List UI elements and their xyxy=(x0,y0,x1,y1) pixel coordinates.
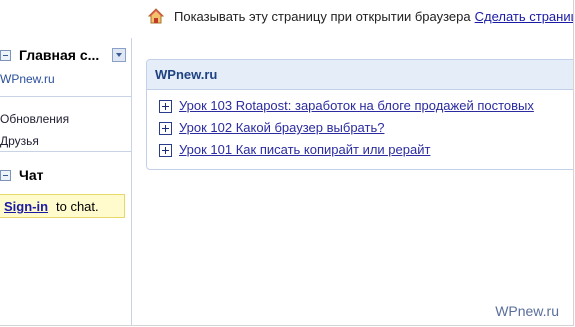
feed-panel-header: WPnew.ru xyxy=(147,60,573,90)
chat-signin-box: Sign-in to chat. xyxy=(0,194,125,218)
sidebar: Главная с... WPnew.ru Обновления Друзья … xyxy=(0,38,132,325)
site-link[interactable]: WPnew.ru xyxy=(0,72,55,86)
home-icon xyxy=(148,8,164,24)
collapse-main-icon[interactable] xyxy=(0,50,11,61)
sidebar-item-updates[interactable]: Обновления xyxy=(0,112,69,126)
sidebar-item-friends[interactable]: Друзья xyxy=(0,134,39,148)
notice-message: Показывать эту страницу при открытии бра… xyxy=(174,9,471,24)
feed-panel-title[interactable]: WPnew.ru xyxy=(155,67,217,82)
homepage-notice-bar: Показывать эту страницу при открытии бра… xyxy=(140,4,573,30)
set-homepage-link[interactable]: Сделать страниц xyxy=(475,9,573,24)
chat-section-title[interactable]: Чат xyxy=(19,167,43,183)
expand-plus-icon[interactable] xyxy=(159,100,172,113)
signin-link[interactable]: Sign-in xyxy=(4,199,48,214)
browser-viewport: Показывать эту страницу при открытии бра… xyxy=(0,0,574,326)
watermark: WPnew.ru xyxy=(495,303,559,319)
signin-hint: to chat. xyxy=(56,199,99,214)
sidebar-divider xyxy=(0,151,131,152)
sidebar-divider xyxy=(0,96,131,97)
expand-plus-icon[interactable] xyxy=(159,144,172,157)
homepage-notice-text: Показывать эту страницу при открытии бра… xyxy=(174,9,573,24)
feed-panel: WPnew.ru Урок 103 Rotapost: заработок на… xyxy=(146,59,573,170)
feed-item-link[interactable]: Урок 102 Какой браузер выбрать? xyxy=(179,120,384,135)
feed-item-link[interactable]: Урок 103 Rotapost: заработок на блоге пр… xyxy=(179,98,534,113)
section-menu-dropdown-icon[interactable] xyxy=(112,48,126,62)
collapse-chat-icon[interactable] xyxy=(0,170,11,181)
feed-item-link[interactable]: Урок 101 Как писать копирайт или рерайт xyxy=(179,142,430,157)
expand-plus-icon[interactable] xyxy=(159,122,172,135)
main-section-title[interactable]: Главная с... xyxy=(19,47,99,63)
